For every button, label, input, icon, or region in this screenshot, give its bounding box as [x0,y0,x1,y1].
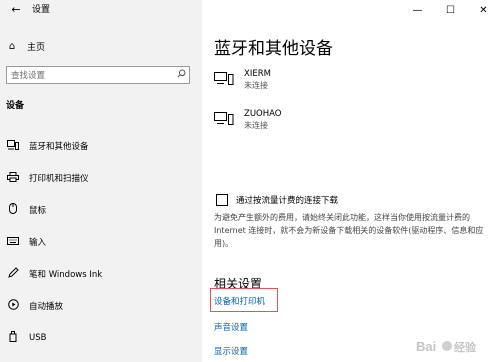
link-devices-and-printers[interactable]: 设备和打印机 [214,295,265,307]
sidebar-item-label: 输入 [29,238,47,248]
sidebar-item-printers[interactable]: 打印机和扫描仪 [0,162,202,194]
minimize-icon[interactable]: — [401,0,434,20]
sidebar-nav: 蓝牙和其他设备 打印机和扫描仪 鼠标 输入 笔和 Windows Ink 自动播… [0,130,202,354]
section-label-devices: 设备 [6,101,25,111]
device-item-xierm[interactable]: XIERM 未连接 [214,68,271,92]
page-title: 蓝牙和其他设备 [214,39,333,59]
sidebar-item-label: 主页 [27,42,46,53]
window-controls: — ☐ ✕ [401,0,500,20]
device-name: ZUOHAO [244,109,282,119]
sidebar-item-autoplay[interactable]: 自动播放 [0,290,202,322]
pen-icon [6,267,20,281]
window-title: 设置 [32,5,51,15]
device-name: XIERM [244,69,271,79]
mouse-icon [6,203,20,217]
main-content: — ☐ ✕ 蓝牙和其他设备 XIERM 未连接 ZUOHAO 未连接 通过按流量… [202,0,500,362]
svg-text:经验: 经验 [454,340,477,354]
search-icon[interactable] [173,69,189,81]
sidebar-item-usb[interactable]: USB [0,322,202,354]
sidebar-item-bluetooth[interactable]: 蓝牙和其他设备 [0,130,202,162]
svg-text:Bai: Bai [416,339,436,354]
device-item-zuohao[interactable]: ZUOHAO 未连接 [214,108,281,132]
sidebar-item-label: 打印机和扫描仪 [29,174,89,184]
home-icon: ⌂ [8,40,16,52]
printer-icon [6,171,20,185]
sidebar-item-label: 自动播放 [29,302,64,312]
sidebar-item-label: USB [29,333,47,343]
device-status: 未连接 [244,81,268,90]
sidebar-item-label: 笔和 Windows Ink [29,270,103,280]
usb-icon [6,331,20,345]
sidebar-item-label: 蓝牙和其他设备 [29,142,89,152]
sidebar-item-label: 鼠标 [29,206,47,216]
sidebar-item-input[interactable]: 输入 [0,226,202,258]
link-display-settings[interactable]: 显示设置 [214,345,248,357]
link-sound-settings[interactable]: 声音设置 [214,321,248,333]
maximize-icon[interactable]: ☐ [434,0,467,20]
sidebar-item-mouse[interactable]: 鼠标 [0,194,202,226]
baidu-watermark-logo: Bai 经验 [414,336,492,356]
sidebar-item-pen[interactable]: 笔和 Windows Ink [0,258,202,290]
computer-device-icon [214,111,234,127]
computer-device-icon [214,71,234,87]
metered-download-label: 通过按流量计费的连接下载 [236,196,339,206]
search-input[interactable]: 查找设置 [6,66,190,84]
keyboard-icon [6,236,20,248]
back-arrow-icon[interactable]: ← [8,2,24,18]
autoplay-icon [6,299,20,313]
bluetooth-devices-icon [6,139,20,153]
search-placeholder: 查找设置 [11,71,46,81]
device-text: ZUOHAO 未连接 [244,108,281,132]
close-icon[interactable]: ✕ [467,0,500,20]
metered-download-description: 为避免产生额外的费用，请始终关闭此功能，这样当你使用按流量计费的 Interne… [214,213,484,248]
metered-download-checkbox[interactable] [216,194,228,206]
metered-download-option[interactable]: 通过按流量计费的连接下载 [216,194,338,206]
device-status: 未连接 [244,121,268,130]
device-text: XIERM 未连接 [244,68,271,92]
sidebar-item-home[interactable]: ⌂ 主页 [0,36,202,56]
settings-sidebar: ← 设置 ⌂ 主页 查找设置 设备 蓝牙和其他设备 打印机和扫描仪 鼠标 输入 … [0,0,202,362]
